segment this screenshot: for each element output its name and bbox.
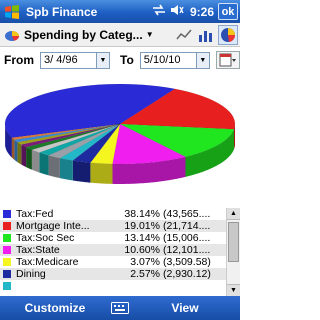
legend-category: Tax:State (16, 244, 60, 256)
calendar-icon[interactable] (215, 51, 240, 69)
legend-swatch (3, 270, 11, 278)
legend-amount: (15,006.... (163, 232, 211, 244)
report-type-dropdown[interactable]: Spending by Categ... ▼ (22, 28, 174, 42)
date-range-row: From 3/ 4/96 ▼ To 5/10/10 ▼ (0, 48, 240, 72)
legend-row[interactable]: Tax:Medicare 3.07% (3,509.58) (0, 256, 226, 268)
line-chart-button[interactable] (174, 25, 194, 45)
pie-slice-side (14, 139, 18, 163)
app-title: Spb Finance (26, 4, 98, 19)
legend-percent: 3.07% (130, 256, 160, 268)
windows-start-icon[interactable] (0, 0, 24, 23)
pie-chart-button[interactable] (218, 24, 238, 45)
chevron-down-icon: ▼ (145, 30, 154, 39)
bar-chart-button[interactable] (196, 25, 216, 45)
customize-softkey[interactable]: Customize (0, 301, 110, 315)
legend-amount: (2,930.12) (163, 268, 211, 280)
legend-percent: 10.60% (124, 244, 160, 256)
connectivity-icon[interactable] (152, 4, 166, 19)
legend-row[interactable]: Tax:Fed 38.14% (43,565.... (0, 208, 226, 220)
scroll-thumb[interactable] (228, 222, 239, 262)
legend-category: Mortgage Inte... (16, 220, 90, 232)
legend-swatch (3, 282, 11, 290)
pie-slice-side (26, 147, 32, 170)
keyboard-icon[interactable] (110, 301, 130, 315)
report-icon[interactable] (2, 25, 22, 45)
legend-category: Tax:Medicare (16, 256, 79, 268)
pie-slice-side (11, 137, 15, 160)
pie-slice-side (17, 142, 22, 165)
legend-category: Tax:Fed (16, 208, 54, 220)
pie-top (4, 83, 236, 165)
from-label: From (4, 53, 34, 67)
legend-amount: (12,101.... (163, 244, 211, 256)
legend-list[interactable]: Tax:Fed 38.14% (43,565.... Mortgage Inte...… (0, 208, 226, 296)
pie-chart[interactable] (0, 72, 240, 208)
legend-percent: 2.57% (130, 268, 160, 280)
legend-percent: 13.14% (124, 232, 160, 244)
toolbar: Spending by Categ... ▼ (0, 23, 240, 47)
chevron-down-icon[interactable]: ▼ (96, 52, 109, 68)
pie-slice-side (90, 162, 113, 184)
legend-swatch (3, 222, 11, 230)
report-type-label: Spending by Categ... (24, 27, 143, 42)
legend-row[interactable]: Tax:Soc Sec 13.14% (15,006.... (0, 232, 226, 244)
legend-percent: 19.01% (124, 220, 160, 232)
menu-bar: Customize View (0, 296, 240, 320)
legend-percent: 38.14% (124, 208, 160, 220)
scroll-up-icon[interactable]: ▲ (227, 208, 240, 220)
legend-amount: (3,509.58) (163, 256, 211, 268)
legend-row[interactable]: Mortgage Inte... 19.01% (21,714.... (0, 220, 226, 232)
view-softkey[interactable]: View (130, 301, 240, 315)
legend-swatch (3, 246, 11, 254)
clock[interactable]: 9:26 (190, 5, 214, 19)
ok-button[interactable]: ok (218, 3, 238, 20)
to-date-value: 5/10/10 (143, 54, 181, 66)
scroll-down-icon[interactable]: ▼ (227, 284, 240, 296)
pie-slice-side (59, 158, 73, 181)
from-date-value: 3/ 4/96 (44, 54, 78, 66)
to-date-field[interactable]: 5/10/10 ▼ (139, 51, 210, 69)
pie-slice-side (39, 152, 49, 176)
title-bar: Spb Finance 9:26 ok (0, 0, 240, 23)
legend-row[interactable]: Tax:State 10.60% (12,101.... (0, 244, 226, 256)
legend-swatch (3, 210, 11, 218)
legend-amount: (43,565.... (163, 208, 211, 220)
legend-row[interactable] (0, 280, 226, 292)
legend-scrollbar[interactable]: ▲ ▼ (226, 208, 240, 296)
pie-slice-side (72, 160, 91, 183)
from-date-field[interactable]: 3/ 4/96 ▼ (40, 51, 110, 69)
chevron-down-icon[interactable]: ▼ (195, 52, 209, 68)
legend-category: Dining (16, 268, 46, 280)
volume-icon[interactable] (170, 4, 184, 19)
pie-chart-svg (4, 83, 236, 184)
legend-swatch (3, 258, 11, 266)
pie-slice-side (48, 155, 60, 179)
legend-row[interactable]: Dining 2.57% (2,930.12) (0, 268, 226, 280)
pie-slice-side (31, 149, 40, 173)
legend-category: Tax:Soc Sec (16, 232, 75, 244)
to-label: To (120, 53, 134, 67)
legend-amount: (21,714.... (163, 220, 211, 232)
pie-slice-side (21, 144, 27, 168)
legend-swatch (3, 234, 11, 242)
